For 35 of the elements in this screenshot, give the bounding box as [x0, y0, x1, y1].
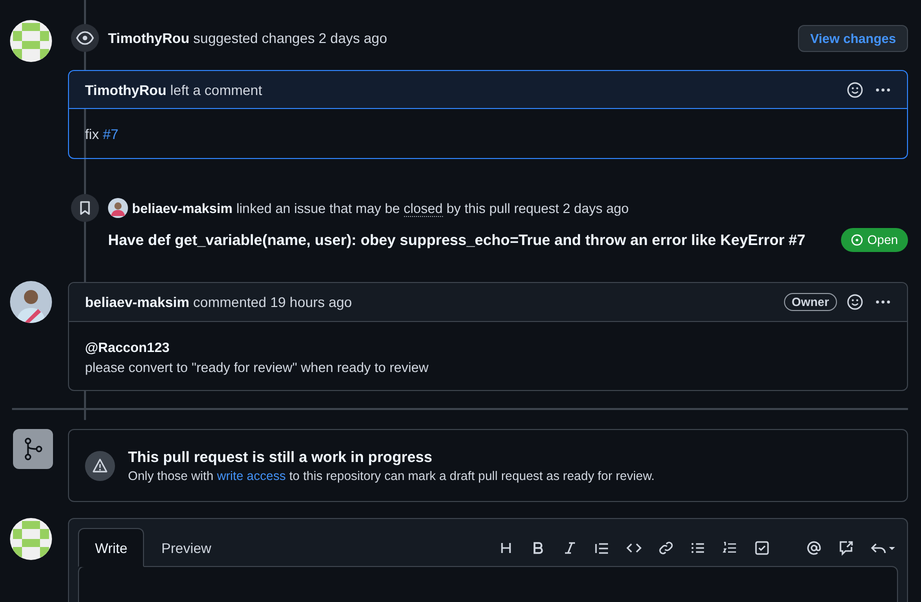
comment-body: please convert to "ready for review" when ready to review [85, 360, 430, 375]
smiley-icon[interactable] [847, 82, 863, 98]
eye-icon [71, 24, 99, 52]
owner-badge: Owner [784, 293, 837, 311]
editor-tab[interactable]: Preview [144, 528, 228, 567]
comment-header: TimothyRou left a comment [85, 82, 262, 98]
bulleted-list-icon[interactable] [690, 540, 706, 556]
comment-body: fix #7 [84, 125, 120, 144]
identicon-avatar[interactable] [10, 518, 52, 560]
bookmark-icon [71, 194, 99, 222]
cross-reference-icon[interactable] [838, 540, 854, 556]
mention-icon[interactable] [806, 540, 822, 556]
notice-text: Only those with write access to this repository can mark a draft pull request as ready for review. [128, 468, 655, 482]
smiley-icon[interactable] [847, 294, 863, 310]
event-text: TimothyRou suggested changes 2 days ago [108, 30, 388, 46]
link-icon[interactable] [658, 540, 674, 556]
status-label: Open [867, 233, 898, 247]
issue-link[interactable]: #7 [102, 126, 118, 142]
issue-title[interactable]: Have def get_variable(name, user): obey suppress_echo=True and throw an error like KeyError #7 [108, 232, 806, 248]
identicon-avatar[interactable] [10, 20, 52, 62]
heading-icon[interactable] [498, 540, 514, 556]
editor-tab[interactable]: Write [78, 528, 144, 567]
notice-title: This pull request is still a work in progress [128, 448, 434, 466]
user-avatar[interactable] [10, 281, 52, 323]
comment-header: beliaev-maksim commented 19 hours ago [85, 294, 352, 310]
branch-icon [13, 429, 53, 469]
task-list-icon[interactable] [754, 540, 770, 556]
warning-icon [85, 450, 115, 480]
linked-event-text: beliaev-maksim linked an issue that may be closed by this pull request 2 days ago [132, 200, 629, 216]
write-access-link[interactable]: write access [216, 468, 286, 482]
user-mention[interactable]: @Raccon123 [85, 340, 891, 355]
user-avatar[interactable] [108, 198, 128, 218]
view-changes-button[interactable]: View changes [798, 24, 908, 52]
open-issue-icon [851, 234, 864, 246]
italic-icon[interactable] [562, 540, 578, 556]
